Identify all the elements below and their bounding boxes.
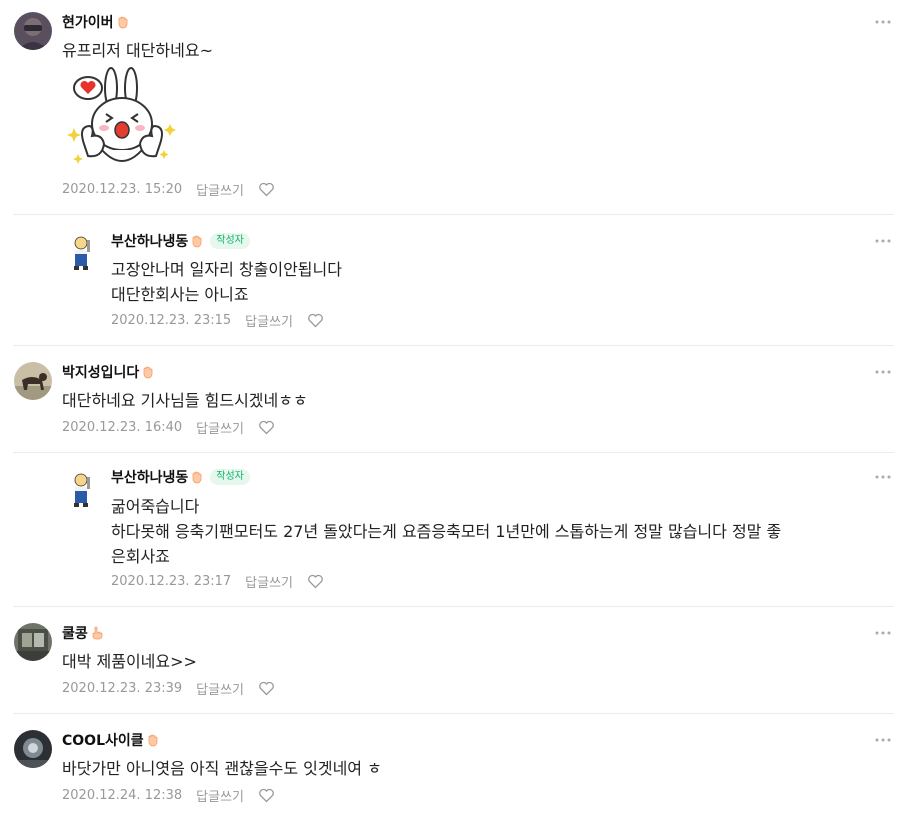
reply-button[interactable]: 답글쓰기 <box>245 311 293 330</box>
divider <box>13 713 894 714</box>
avatar[interactable] <box>14 730 52 768</box>
divider <box>13 214 894 215</box>
more-dots-icon[interactable] <box>874 369 892 375</box>
more-dots-icon[interactable] <box>874 737 892 743</box>
hand-wave-icon <box>141 365 155 379</box>
writer-badge: 작성자 <box>210 233 250 249</box>
avatar[interactable] <box>62 471 100 509</box>
avatar[interactable] <box>62 234 100 272</box>
comment-text: 바닷가만 아니엿음 아직 괜찮을수도 잇겟네여 ㅎ <box>62 759 382 778</box>
comment-author[interactable]: 쿨콩 <box>62 623 88 643</box>
comment-date: 2020.12.24. 12:38 <box>62 787 183 803</box>
reply-button[interactable]: 답글쓰기 <box>196 679 244 698</box>
comment-text: 유프리저 대단하네요~ <box>62 41 213 60</box>
comment-date: 2020.12.23. 23:15 <box>111 312 232 328</box>
heart-outline-icon[interactable] <box>307 574 324 589</box>
hand-wave-icon <box>146 733 160 747</box>
heart-outline-icon[interactable] <box>258 420 275 435</box>
hand-wave-icon <box>190 470 204 484</box>
comment-author[interactable]: 부산하나냉동 <box>111 231 188 251</box>
reply-button[interactable]: 답글쓰기 <box>196 180 244 199</box>
comment-author[interactable]: 부산하나냉동 <box>111 467 188 487</box>
avatar[interactable] <box>14 623 52 661</box>
more-dots-icon[interactable] <box>874 630 892 636</box>
more-dots-icon[interactable] <box>874 474 892 480</box>
reply-button[interactable]: 답글쓰기 <box>196 418 244 437</box>
divider <box>13 606 894 607</box>
comment-author[interactable]: 박지성입니다 <box>62 362 139 382</box>
cony-sticker <box>66 66 178 174</box>
comment-author[interactable]: 현가이버 <box>62 12 114 32</box>
comment-text: 대박 제품이네요>> <box>62 652 197 671</box>
hand-point-icon <box>90 626 104 640</box>
more-dots-icon[interactable] <box>874 238 892 244</box>
comment-author[interactable]: COOL사이클 <box>62 730 144 750</box>
hand-wave-icon <box>190 234 204 248</box>
comment-text: 대단하네요 기사님들 힘드시겠네ㅎㅎ <box>62 391 308 410</box>
heart-outline-icon[interactable] <box>258 182 275 197</box>
hand-wave-icon <box>116 15 130 29</box>
comment-text: 고장안나며 일자리 창출이안됩니다 <box>111 260 342 279</box>
comment-date: 2020.12.23. 23:17 <box>111 573 232 589</box>
comment-date: 2020.12.23. 16:40 <box>62 419 183 435</box>
avatar[interactable] <box>14 362 52 400</box>
heart-outline-icon[interactable] <box>307 313 324 328</box>
avatar[interactable] <box>14 12 52 50</box>
comment-text: 하다못해 응축기팬모터도 27년 돌았다는게 요즘응축모터 1년만에 스톱하는게… <box>111 522 782 541</box>
heart-outline-icon[interactable] <box>258 788 275 803</box>
divider <box>13 345 894 346</box>
writer-badge: 작성자 <box>210 469 250 485</box>
comment-date: 2020.12.23. 15:20 <box>62 181 183 197</box>
comment-text: 굶어죽습니다 <box>111 497 200 516</box>
reply-button[interactable]: 답글쓰기 <box>245 572 293 591</box>
reply-button[interactable]: 답글쓰기 <box>196 786 244 805</box>
comment-date: 2020.12.23. 23:39 <box>62 680 183 696</box>
comment-text: 대단한회사는 아니죠 <box>111 285 249 304</box>
divider <box>13 452 894 453</box>
more-dots-icon[interactable] <box>874 19 892 25</box>
heart-outline-icon[interactable] <box>258 681 275 696</box>
comment-text: 은회사죠 <box>111 547 170 566</box>
